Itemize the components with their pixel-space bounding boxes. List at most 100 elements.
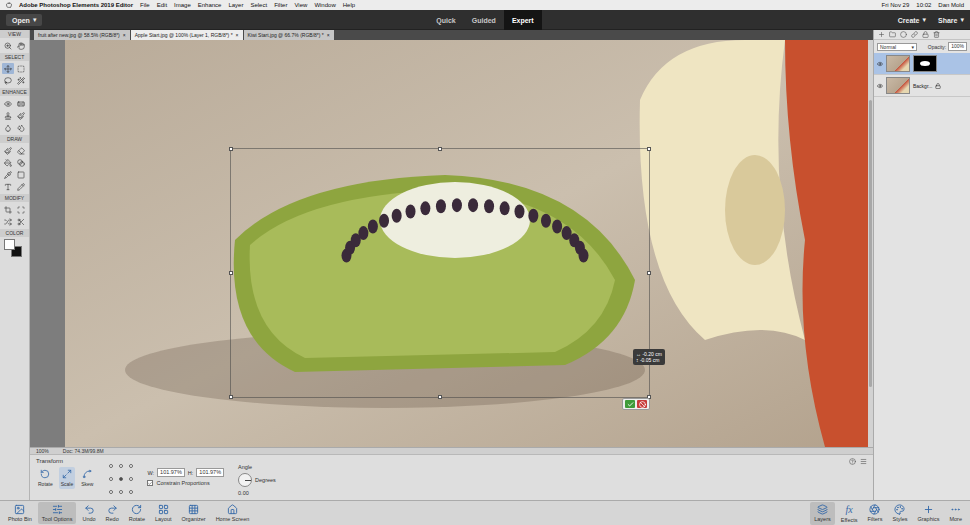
panel-button[interactable]: Filters (863, 502, 886, 525)
angle-value[interactable]: 0.00 (238, 490, 276, 496)
menu-item[interactable]: File (140, 2, 150, 8)
layer-action-icon[interactable] (922, 31, 929, 38)
taskbar-button[interactable]: Home Screen (212, 502, 254, 524)
menu-item[interactable]: Enhance (198, 2, 222, 8)
layer-action-icon[interactable] (933, 31, 940, 38)
tool-button[interactable] (2, 181, 14, 192)
menu-item[interactable]: Filter (274, 2, 287, 8)
layer-mask[interactable] (913, 55, 937, 72)
layer-row[interactable] (874, 53, 970, 75)
menu-item[interactable]: Select (250, 2, 267, 8)
transform-handle[interactable] (229, 147, 233, 151)
menu-icon[interactable] (860, 458, 867, 465)
tool-button[interactable] (2, 204, 14, 215)
scroll-thumb[interactable] (869, 100, 872, 387)
transform-mode-button[interactable]: Rotate (36, 467, 55, 489)
layer-action-icon[interactable] (889, 31, 896, 38)
cancel-button[interactable] (637, 400, 647, 408)
transform-handle[interactable] (438, 147, 442, 151)
tool-button[interactable] (2, 75, 14, 86)
layer-action-icon[interactable] (878, 31, 885, 38)
reference-point[interactable] (129, 490, 133, 494)
transform-handle[interactable] (229, 395, 233, 399)
panel-button[interactable]: Layers (810, 502, 835, 525)
mode-tab[interactable]: Quick (428, 10, 463, 30)
transform-handle[interactable] (647, 271, 651, 275)
transform-mode-button[interactable]: Skew (79, 467, 95, 489)
angle-dial[interactable] (238, 473, 252, 487)
reference-point[interactable] (119, 477, 123, 481)
tool-button[interactable] (15, 98, 27, 109)
mode-tab[interactable]: Expert (504, 10, 542, 30)
action-button[interactable]: Create▾ (898, 16, 926, 24)
tool-button[interactable] (2, 98, 14, 109)
reference-point[interactable] (129, 464, 133, 468)
action-button[interactable]: Share▾ (938, 16, 964, 24)
constrain-row[interactable]: Constrain Proportions (147, 480, 224, 486)
tool-button[interactable] (2, 216, 14, 227)
tool-button[interactable] (15, 204, 27, 215)
help-icon[interactable] (849, 458, 856, 465)
transform-handle[interactable] (438, 395, 442, 399)
tool-button[interactable] (2, 63, 14, 74)
tool-button[interactable] (15, 40, 27, 51)
close-tab-button[interactable]: × (123, 32, 126, 38)
opacity-field[interactable]: 100% (948, 42, 967, 51)
taskbar-button[interactable]: Photo Bin (4, 502, 36, 524)
transform-handle[interactable] (647, 147, 651, 151)
taskbar-button[interactable]: Organizer (177, 502, 209, 524)
constrain-checkbox[interactable] (147, 480, 153, 486)
tool-button[interactable] (15, 181, 27, 192)
transform-mode-button[interactable]: Scale (59, 467, 76, 489)
menu-item[interactable]: Image (174, 2, 191, 8)
reference-point[interactable] (109, 490, 113, 494)
panel-button[interactable]: More (945, 502, 966, 525)
app-name[interactable]: Adobe Photoshop Elements 2019 Editor (19, 2, 133, 8)
width-field[interactable]: 101.97% (157, 468, 185, 477)
visibility-icon[interactable] (877, 61, 883, 67)
layer-action-icon[interactable] (900, 31, 907, 38)
menu-item[interactable]: Edit (157, 2, 167, 8)
visibility-icon[interactable] (877, 83, 883, 89)
color-swatch[interactable] (4, 239, 15, 250)
tool-button[interactable] (15, 169, 27, 180)
tool-button[interactable] (2, 157, 14, 168)
menu-item[interactable]: Help (343, 2, 355, 8)
menu-item[interactable]: Layer (228, 2, 243, 8)
commit-button[interactable] (625, 400, 635, 408)
tool-button[interactable] (15, 216, 27, 227)
taskbar-button[interactable]: Rotate (125, 502, 149, 524)
open-button[interactable]: Open▾ (6, 14, 42, 26)
tool-button[interactable] (15, 75, 27, 86)
document-tab[interactable]: Apple Start.jpg @ 100% (Layer 1, RGB/8*)… (131, 30, 243, 40)
taskbar-button[interactable]: Undo (78, 502, 99, 524)
menu-item[interactable]: View (294, 2, 307, 8)
photo[interactable]: ↔ -0.20 cm↕ -0.05 cm (65, 40, 868, 447)
user-name[interactable]: Dan Mold (938, 2, 964, 8)
panel-button[interactable]: Styles (888, 502, 911, 525)
document-tab[interactable]: fruit after new.jpg @ 58.5% (RGB/8*)× (34, 30, 130, 40)
reference-point[interactable] (119, 490, 123, 494)
tool-button[interactable] (2, 169, 14, 180)
tool-button[interactable] (15, 122, 27, 133)
tool-button[interactable] (15, 110, 27, 121)
tool-button[interactable] (2, 122, 14, 133)
blend-mode-select[interactable]: Normal▾ (877, 43, 917, 51)
layer-action-icon[interactable] (911, 31, 918, 38)
tool-button[interactable] (15, 145, 27, 156)
height-field[interactable]: 101.97% (196, 468, 224, 477)
reference-point[interactable] (109, 464, 113, 468)
layer-row[interactable]: Backgr... (874, 75, 970, 97)
taskbar-button[interactable]: Layout (151, 502, 176, 524)
document-tab[interactable]: Kiwi Start.jpg @ 66.7% (RGB/8*) *× (244, 30, 334, 40)
tool-button[interactable] (15, 63, 27, 74)
reference-point[interactable] (109, 477, 113, 481)
transform-box[interactable] (230, 148, 650, 398)
tool-button[interactable] (2, 110, 14, 121)
close-tab-button[interactable]: × (236, 32, 239, 38)
panel-button[interactable]: fxEffects (837, 502, 862, 525)
menu-item[interactable]: Window (314, 2, 335, 8)
apple-logo-icon[interactable] (6, 2, 12, 8)
taskbar-button[interactable]: Tool Options (38, 502, 77, 524)
reference-point[interactable] (129, 477, 133, 481)
